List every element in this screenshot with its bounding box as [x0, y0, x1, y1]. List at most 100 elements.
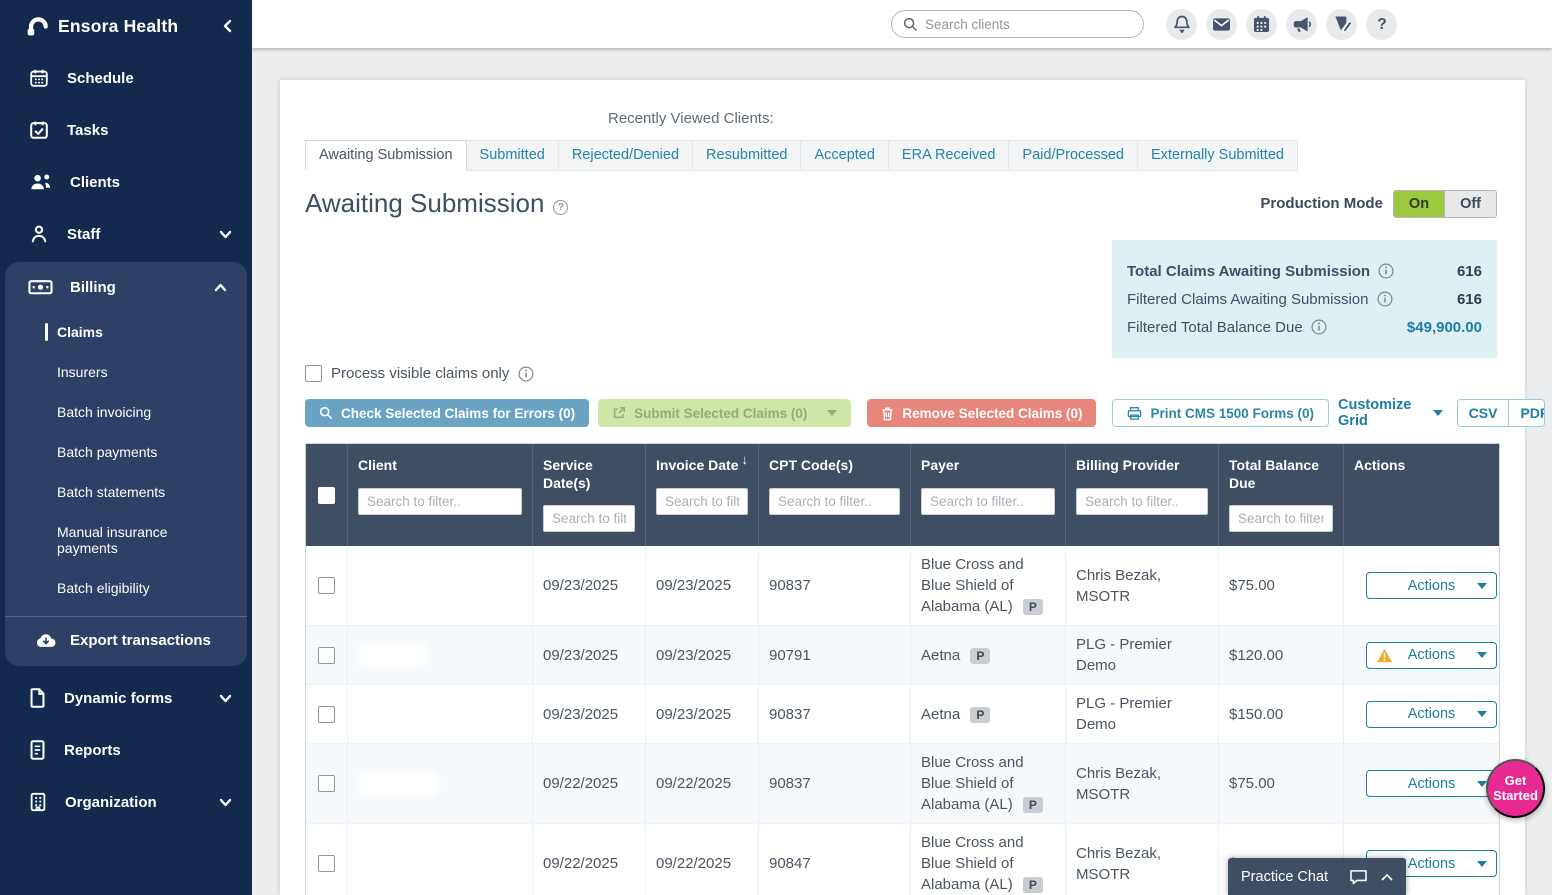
sidebar-item-tasks[interactable]: Tasks [0, 104, 252, 156]
clients-icon [28, 171, 53, 193]
claims-table-body: 09/23/202509/23/202590837Blue Cross and … [306, 546, 1499, 895]
filter-input-service-date-s[interactable] [543, 505, 635, 532]
sidebar-item-label: Organization [65, 794, 157, 811]
practice-chat-bar[interactable]: Practice Chat [1228, 858, 1406, 895]
tab-submitted[interactable]: Submitted [467, 140, 559, 171]
tab-awaiting-submission[interactable]: Awaiting Submission [305, 140, 467, 171]
payer-cell: Aetna P [911, 626, 1066, 684]
row-checkbox[interactable] [318, 706, 335, 723]
help-icon: ? [1376, 16, 1388, 33]
payer-cell: Blue Cross and Blue Shield of Alabama (A… [911, 546, 1066, 625]
primary-insurance-badge: P [1023, 797, 1043, 813]
sidebar-item-export-transactions[interactable]: Export transactions [5, 617, 247, 664]
filter-input-total-balance-due[interactable] [1229, 505, 1333, 532]
sort-desc-icon[interactable]: ↓ [742, 452, 749, 467]
column-header-payer: Payer [911, 444, 1066, 546]
info-icon[interactable] [518, 366, 534, 382]
cpt-code-cell: 90837 [759, 546, 911, 625]
tab-resubmitted[interactable]: Resubmitted [693, 140, 801, 171]
print-cms-label: Print CMS 1500 Forms (0) [1150, 406, 1314, 421]
summary-label-text: Total Claims Awaiting Submission [1127, 263, 1370, 280]
chat-bubble-icon[interactable] [1349, 869, 1368, 885]
remove-claims-button[interactable]: Remove Selected Claims (0) [867, 399, 1096, 427]
info-icon[interactable] [1377, 291, 1393, 307]
filter-input-client[interactable] [358, 488, 522, 515]
actions-button[interactable]: Actions [1366, 642, 1497, 669]
filter-input-invoice-date[interactable] [656, 488, 748, 515]
row-checkbox[interactable] [318, 577, 335, 594]
customize-grid-button[interactable]: Customize Grid [1338, 397, 1443, 429]
sidebar-item-label: Dynamic forms [64, 690, 172, 707]
service-date: 09/23/2025 [543, 575, 618, 596]
tab-externally-submitted[interactable]: Externally Submitted [1138, 140, 1298, 171]
row-checkbox[interactable] [318, 647, 335, 664]
row-checkbox[interactable] [318, 855, 335, 872]
sidebar-subitem-batch-eligibility[interactable]: Batch eligibility [5, 568, 247, 608]
row-select-cell [306, 546, 348, 625]
invoice-date: 09/22/2025 [656, 853, 731, 874]
select-all-checkbox[interactable] [318, 487, 335, 504]
title-help-icon[interactable]: ? [553, 200, 568, 215]
tab-paid-processed[interactable]: Paid/Processed [1009, 140, 1138, 171]
column-header-invoice-date: Invoice Date↓ [646, 444, 759, 546]
actions-button[interactable]: Actions [1366, 770, 1497, 797]
search-input[interactable] [925, 17, 1132, 32]
check-errors-button[interactable]: Check Selected Claims for Errors (0) [305, 399, 589, 427]
sidebar-item-staff[interactable]: Staff [0, 208, 252, 260]
sidebar-subitem-batch-invoicing[interactable]: Batch invoicing [5, 392, 247, 432]
sidebar-subitem-manual-insurance-payments[interactable]: Manual insurance payments [5, 512, 247, 568]
invoice-date-cell: 09/22/2025 [646, 824, 759, 895]
client-search[interactable] [891, 10, 1144, 38]
row-checkbox[interactable] [318, 775, 335, 792]
sidebar-item-billing[interactable]: Billing [5, 262, 247, 312]
sidebar: Ensora Health ScheduleTasksClientsStaff … [0, 0, 252, 895]
actions-button[interactable]: Actions [1366, 572, 1497, 599]
submit-claims-button[interactable]: Submit Selected Claims (0) [598, 399, 851, 427]
megaphone-icon [1292, 16, 1311, 33]
production-mode-on-button[interactable]: On [1394, 191, 1445, 217]
summary-label: Total Claims Awaiting Submission [1127, 263, 1394, 280]
sidebar-item-schedule[interactable]: Schedule [0, 52, 252, 104]
pdf-button[interactable]: PDF [1508, 400, 1545, 426]
sidebar-subitem-claims[interactable]: Claims [5, 312, 247, 352]
actions-cell: Actions [1344, 744, 1507, 823]
megaphone-button[interactable] [1286, 9, 1317, 40]
sidebar-subitem-batch-statements[interactable]: Batch statements [5, 472, 247, 512]
info-icon[interactable] [1378, 263, 1394, 279]
balance-cell: $75.00 [1219, 546, 1344, 625]
tab-era-received[interactable]: ERA Received [889, 140, 1010, 171]
cpt-code-cell: 90837 [759, 744, 911, 823]
sidebar-item-organization[interactable]: Organization [0, 776, 252, 828]
production-mode-off-button[interactable]: Off [1445, 191, 1496, 217]
column-header-service-date-s: Service Date(s) [533, 444, 646, 546]
info-icon[interactable] [1311, 319, 1327, 335]
process-visible-checkbox[interactable] [305, 365, 322, 382]
sidebar-collapse-button[interactable] [222, 19, 232, 33]
sidebar-subitem-batch-payments[interactable]: Batch payments [5, 432, 247, 472]
print-cms-button[interactable]: Print CMS 1500 Forms (0) [1112, 399, 1329, 427]
client-cell [348, 744, 533, 823]
tab-rejected-denied[interactable]: Rejected/Denied [559, 140, 693, 171]
title-row: Awaiting Submission ? Production Mode On… [280, 188, 1525, 219]
column-header-billing-provider: Billing Provider [1066, 444, 1219, 546]
chevron-up-icon[interactable] [1381, 873, 1393, 881]
balance-cell: $120.00 [1219, 626, 1344, 684]
filter-input-payer[interactable] [921, 488, 1055, 515]
sidebar-subitem-insurers[interactable]: Insurers [5, 352, 247, 392]
csv-button[interactable]: CSV [1458, 400, 1509, 426]
person-icon [28, 223, 50, 245]
form-pen-button[interactable] [1326, 9, 1357, 40]
get-started-button[interactable]: Get Started [1486, 759, 1545, 818]
sidebar-item-clients[interactable]: Clients [0, 156, 252, 208]
bell-button[interactable] [1166, 9, 1197, 40]
actions-button[interactable]: Actions [1366, 701, 1497, 728]
filter-input-cpt-code-s[interactable] [769, 488, 900, 515]
filter-input-billing-provider[interactable] [1076, 488, 1208, 515]
sidebar-item-reports[interactable]: Reports [0, 724, 252, 776]
mail-button[interactable] [1206, 9, 1237, 40]
summary-value: $49,900.00 [1407, 319, 1482, 336]
sidebar-item-dynamic-forms[interactable]: Dynamic forms [0, 672, 252, 724]
help-button[interactable]: ? [1366, 9, 1397, 40]
calendar-solid-button[interactable] [1246, 9, 1277, 40]
tab-accepted[interactable]: Accepted [801, 140, 888, 171]
